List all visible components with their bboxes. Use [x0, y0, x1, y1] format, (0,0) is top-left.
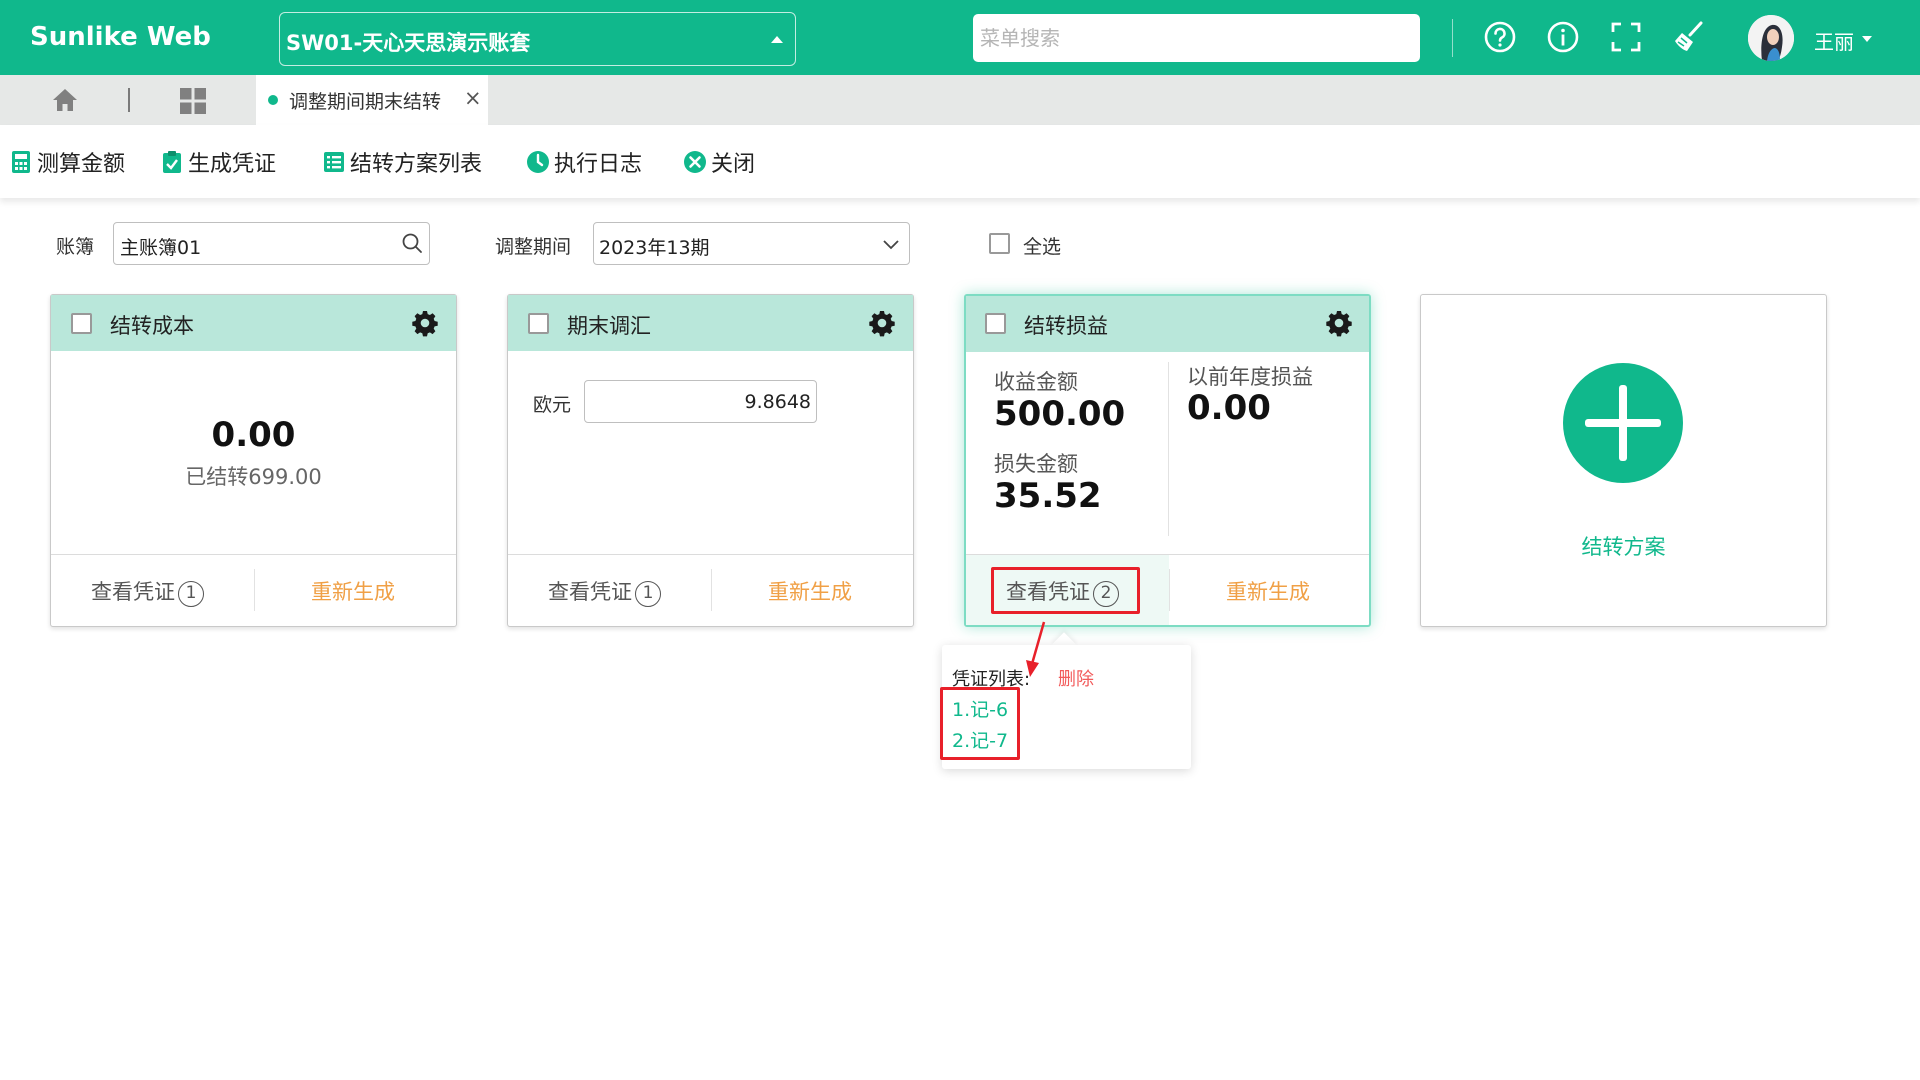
action-toolbar: 测算金额 生成凭证 结转方案列表 执行日志 关闭	[0, 125, 1920, 198]
clean-cache-icon[interactable]	[1672, 20, 1706, 54]
caret-down-icon[interactable]	[1862, 36, 1872, 42]
scheme-list-button[interactable]: 结转方案列表	[322, 147, 482, 177]
exchange-rate-input[interactable]: 9.8648	[584, 380, 817, 423]
card-footer: 查看凭证 1 重新生成	[51, 554, 456, 626]
view-voucher-label: 查看凭证	[548, 580, 632, 604]
clipboard-check-icon	[163, 151, 181, 173]
view-voucher-button[interactable]: 查看凭证 1	[548, 576, 661, 607]
user-name[interactable]: 王丽	[1814, 26, 1854, 55]
tab-strip: 调整期间期末结转 ×	[0, 75, 1920, 125]
book-input[interactable]: 主账簿01	[113, 222, 430, 265]
search-icon[interactable]	[401, 232, 423, 254]
home-icon[interactable]	[51, 87, 79, 113]
brand-logo: Sunlike Web	[30, 22, 211, 52]
top-bar: Sunlike Web SW01-天心天思演示账套 王丽	[0, 0, 1920, 75]
execution-log-label: 执行日志	[554, 152, 643, 177]
avatar[interactable]	[1748, 15, 1794, 61]
card-title: 期末调汇	[567, 314, 651, 338]
income-value: 500.00	[994, 394, 1126, 434]
regenerate-button[interactable]: 重新生成	[1226, 576, 1310, 606]
gear-icon[interactable]	[1325, 309, 1353, 337]
transferred-amount: 已结转699.00	[185, 465, 322, 489]
prior-year-label: 以前年度损益	[1187, 365, 1313, 389]
period-label: 调整期间	[495, 236, 572, 258]
card-exchange-adjust: 期末调汇 欧元 9.8648 查看凭证 1 重新生成	[507, 294, 914, 627]
view-voucher-button[interactable]: 查看凭证 1	[91, 576, 204, 607]
generate-voucher-button[interactable]: 生成凭证	[160, 147, 276, 177]
help-icon[interactable]	[1483, 20, 1517, 54]
prior-year-value: 0.00	[1187, 388, 1271, 428]
close-circle-icon	[684, 151, 706, 173]
info-icon[interactable]	[1546, 20, 1580, 54]
fullscreen-icon[interactable]	[1609, 20, 1643, 54]
exchange-rate-value: 9.8648	[744, 391, 811, 413]
add-scheme-label: 结转方案	[1581, 535, 1666, 559]
add-scheme-card[interactable]: 结转方案	[1420, 294, 1827, 627]
book-value: 主账簿01	[120, 237, 202, 259]
chevron-down-icon	[883, 240, 899, 250]
card-footer: 查看凭证 1 重新生成	[508, 554, 913, 626]
calc-amount-button[interactable]: 测算金额	[9, 147, 125, 177]
annotation-arrow-icon	[1026, 621, 1046, 677]
close-button[interactable]: 关闭	[683, 147, 755, 177]
scheme-list-label: 结转方案列表	[350, 152, 483, 177]
plus-icon	[1585, 385, 1661, 461]
active-dot-icon	[268, 95, 278, 105]
card-title: 结转损益	[1024, 314, 1108, 338]
tab-period-end-transfer[interactable]: 调整期间期末结转 ×	[256, 75, 488, 125]
tab-label: 调整期间期末结转	[289, 91, 442, 113]
currency-label: 欧元	[533, 394, 572, 416]
list-icon	[324, 152, 344, 172]
footer-divider	[254, 569, 255, 611]
loss-value: 35.52	[994, 476, 1102, 516]
clock-icon	[527, 151, 549, 173]
book-label: 账簿	[56, 236, 95, 258]
card-header: 结转损益	[966, 296, 1369, 352]
voucher-count: 1	[178, 581, 204, 607]
income-label: 收益金额	[994, 370, 1078, 394]
ledger-select-value: SW01-天心天思演示账套	[286, 31, 531, 55]
gear-icon[interactable]	[411, 309, 439, 337]
annotation-box-voucher-items	[940, 687, 1020, 760]
card-cost-transfer: 结转成本 0.00 已结转699.00 查看凭证 1 重新生成	[50, 294, 457, 627]
footer-divider	[711, 569, 712, 611]
select-all-checkbox[interactable]	[989, 233, 1010, 254]
column-divider	[1168, 362, 1169, 536]
card-header: 结转成本	[51, 295, 456, 351]
avatar-image	[1748, 15, 1794, 61]
generate-voucher-label: 生成凭证	[188, 152, 277, 177]
cost-amount: 0.00	[211, 415, 296, 455]
close-icon[interactable]: ×	[464, 86, 482, 110]
menu-search-input[interactable]	[973, 14, 1420, 62]
loss-label: 损失金额	[994, 452, 1078, 476]
footer-divider	[1169, 569, 1170, 611]
execution-log-button[interactable]: 执行日志	[526, 147, 642, 177]
card-checkbox[interactable]	[71, 313, 92, 334]
period-value: 2023年13期	[599, 237, 710, 259]
calc-amount-label: 测算金额	[37, 152, 126, 177]
regenerate-button[interactable]: 重新生成	[311, 576, 395, 606]
close-label: 关闭	[711, 152, 756, 177]
card-checkbox[interactable]	[985, 313, 1006, 334]
apps-grid-icon[interactable]	[179, 87, 207, 115]
add-icon[interactable]	[1563, 363, 1683, 483]
calculator-icon	[12, 151, 30, 173]
delete-button[interactable]: 删除	[1058, 665, 1094, 691]
view-voucher-label: 查看凭证	[91, 580, 175, 604]
period-select[interactable]: 2023年13期	[593, 222, 910, 265]
regenerate-button[interactable]: 重新生成	[768, 576, 852, 606]
card-header: 期末调汇	[508, 295, 913, 351]
gear-icon[interactable]	[868, 309, 896, 337]
ledger-select[interactable]: SW01-天心天思演示账套	[279, 12, 796, 66]
card-checkbox[interactable]	[528, 313, 549, 334]
select-all-label: 全选	[1023, 236, 1062, 258]
caret-up-icon	[771, 36, 783, 43]
card-title: 结转成本	[110, 314, 194, 338]
toolbar-divider	[1452, 19, 1453, 57]
tab-separator	[128, 88, 130, 112]
voucher-count: 1	[635, 581, 661, 607]
annotation-box-view-voucher	[991, 567, 1140, 614]
